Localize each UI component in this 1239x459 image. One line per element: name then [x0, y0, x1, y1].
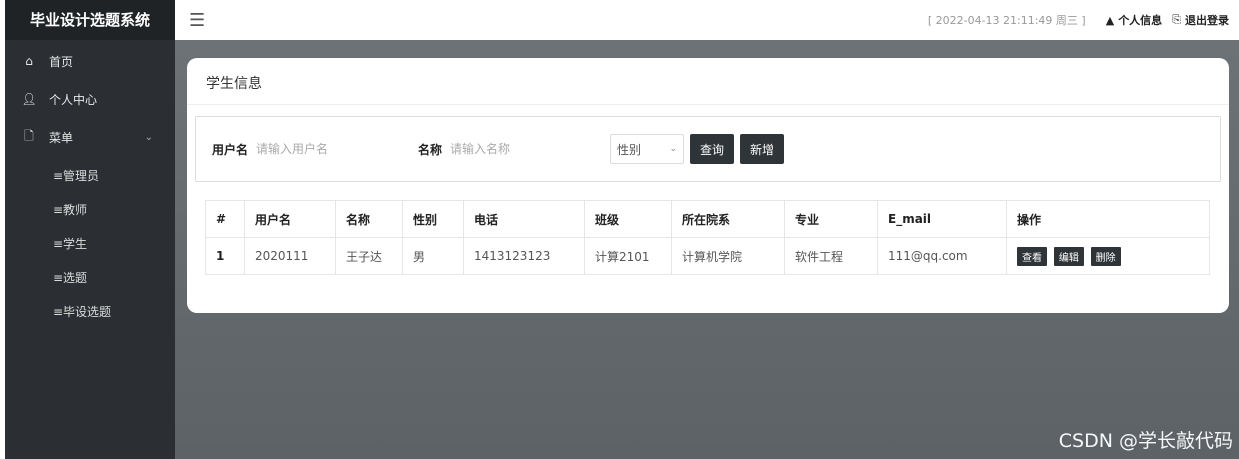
app-title: 毕业设计选题系统 — [5, 0, 175, 40]
main-content: 学生信息 用户名 名称 性别 ⌄ 查询 新增 # 用户名 名称 性别 电话 班 — [175, 40, 1239, 459]
table-row: 1 2020111 王子达 男 1413123123 计算2101 计算机学院 … — [205, 237, 1210, 275]
logout-link-label: 退出登录 — [1185, 14, 1229, 27]
col-header-department: 所在院系 — [671, 200, 785, 238]
page-title: 学生信息 — [187, 58, 1229, 105]
sidebar-item-admin[interactable]: ≡管理员 — [5, 158, 175, 192]
sidebar-item-label: 首页 — [49, 54, 74, 69]
logout-link[interactable]: ⎘ 退出登录 — [1172, 12, 1229, 28]
watermark: CSDN @学长敲代码 — [1058, 430, 1233, 452]
document-icon: 🗋 — [24, 128, 34, 143]
cell-class: 计算2101 — [584, 237, 672, 275]
sidebar-item-student[interactable]: ≡学生 — [5, 226, 175, 260]
sidebar-item-label: 个人中心 — [49, 92, 98, 107]
student-info-card: 学生信息 用户名 名称 性别 ⌄ 查询 新增 # 用户名 名称 性别 电话 班 — [187, 58, 1229, 313]
datetime-display: [ 2022-04-13 21:11:49 周三 ] — [927, 14, 1086, 27]
home-icon: ⌂ — [25, 54, 33, 68]
sidebar-item-home[interactable]: ⌂ 首页 — [5, 46, 175, 76]
col-header-index: # — [205, 200, 245, 238]
user-icon: ▲ — [1105, 13, 1115, 27]
name-label: 名称 — [418, 142, 443, 157]
username-input[interactable] — [254, 133, 409, 165]
cell-department: 计算机学院 — [671, 237, 785, 275]
col-header-name: 名称 — [335, 200, 403, 238]
cell-username: 2020111 — [244, 237, 336, 275]
hamburger-menu-icon[interactable]: ☰ — [189, 10, 205, 31]
view-button[interactable]: 查看 — [1017, 246, 1047, 266]
gender-select-value: 性别 — [617, 142, 642, 157]
cell-major: 软件工程 — [784, 237, 878, 275]
col-header-class: 班级 — [584, 200, 672, 238]
search-panel: 用户名 名称 性别 ⌄ 查询 新增 — [195, 116, 1221, 182]
col-header-gender: 性别 — [402, 200, 464, 238]
student-table: # 用户名 名称 性别 电话 班级 所在院系 专业 E_mail 操作 1 20… — [205, 200, 1210, 275]
sidebar-item-menu[interactable]: 🗋 菜单 ⌄ — [5, 122, 175, 152]
profile-link-label: 个人信息 — [1118, 14, 1163, 27]
sidebar-item-profile[interactable]: 👤︎ 个人中心 — [5, 84, 175, 114]
table-header-row: # 用户名 名称 性别 电话 班级 所在院系 专业 E_mail 操作 — [205, 200, 1210, 238]
name-input[interactable] — [448, 133, 603, 165]
username-label: 用户名 — [212, 142, 249, 157]
gender-select[interactable]: 性别 ⌄ — [610, 134, 685, 164]
sidebar-item-teacher[interactable]: ≡教师 — [5, 192, 175, 226]
logout-icon: ⎘ — [1172, 13, 1181, 26]
chevron-down-icon: ⌄ — [669, 144, 678, 154]
col-header-actions: 操作 — [1006, 200, 1210, 238]
top-header: ☰ [ 2022-04-13 21:11:49 周三 ] ▲ 个人信息 ⎘ 退出… — [175, 0, 1239, 40]
add-button[interactable]: 新增 — [740, 134, 785, 164]
col-header-major: 专业 — [784, 200, 878, 238]
cell-email: 111@qq.com — [877, 237, 1007, 275]
col-header-phone: 电话 — [463, 200, 585, 238]
col-header-email: E_mail — [877, 200, 1007, 238]
cell-index: 1 — [205, 237, 245, 275]
profile-link[interactable]: ▲ 个人信息 — [1106, 12, 1162, 28]
delete-button[interactable]: 删除 — [1090, 246, 1121, 266]
cell-gender: 男 — [402, 237, 464, 275]
sidebar-item-thesis-topic[interactable]: ≡毕设选题 — [5, 294, 175, 328]
user-icon: 👤︎ — [21, 92, 37, 106]
header-right: [ 2022-04-13 21:11:49 周三 ] ▲ 个人信息 ⎘ 退出登录 — [928, 12, 1229, 28]
query-button[interactable]: 查询 — [690, 134, 735, 164]
sidebar-item-label: 菜单 — [49, 130, 74, 145]
sidebar: 毕业设计选题系统 ⌂ 首页 👤︎ 个人中心 🗋 菜单 ⌄ ≡管理员 ≡教师 ≡学… — [5, 0, 175, 459]
cell-name: 王子达 — [335, 237, 403, 275]
cell-phone: 1413123123 — [463, 237, 585, 275]
edit-button[interactable]: 编辑 — [1053, 246, 1084, 266]
cell-actions: 查看 编辑 删除 — [1006, 237, 1210, 275]
col-header-username: 用户名 — [244, 200, 336, 238]
sidebar-item-topic[interactable]: ≡选题 — [5, 260, 175, 294]
chevron-down-icon: ⌄ — [144, 131, 153, 143]
